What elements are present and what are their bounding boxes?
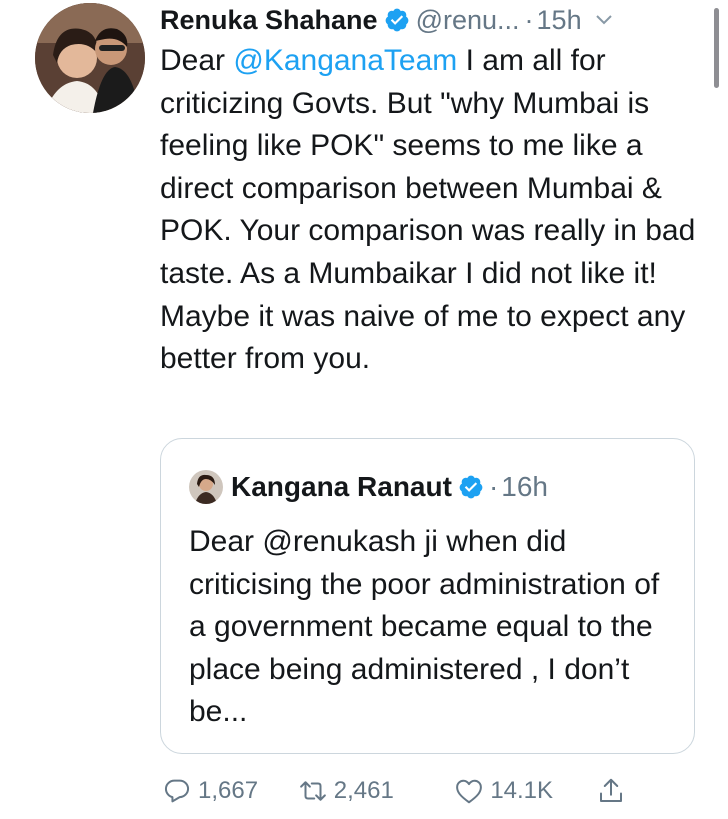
- quoted-tweet-header: Kangana Ranaut · 16h: [189, 467, 548, 507]
- retweet-count: 2,461: [333, 777, 394, 804]
- avatar-photo: [35, 3, 145, 113]
- tweet-action-bar: 1,667 2,461 14.1K: [162, 772, 632, 810]
- reply-icon: [164, 779, 190, 803]
- retweet-icon: [299, 781, 326, 801]
- chevron-down-icon[interactable]: [594, 13, 614, 27]
- author-handle[interactable]: @renu...: [416, 5, 520, 36]
- share-icon: [600, 778, 622, 802]
- quoted-avatar-photo: [189, 470, 223, 504]
- like-button[interactable]: 14.1K: [454, 776, 596, 806]
- like-count: 14.1K: [490, 777, 554, 804]
- quoted-tweet-text: Dear @renukash ji when did criticising t…: [189, 525, 660, 729]
- header-separator: ·: [524, 4, 534, 35]
- tweet-text-start: Dear: [160, 44, 234, 77]
- scrollbar[interactable]: [714, 8, 719, 88]
- share-button[interactable]: [596, 776, 632, 806]
- verified-badge-icon: [459, 475, 483, 499]
- retweet-button[interactable]: 2,461: [298, 776, 455, 806]
- quoted-separator: ·: [488, 471, 499, 502]
- tweet-text: Dear @KanganaTeam I am all for criticizi…: [160, 40, 708, 381]
- verified-badge-icon: [385, 8, 408, 32]
- quoted-author-name: Kangana Ranaut: [231, 471, 452, 502]
- tweet-header: Renuka Shahane @renu... · 15h: [160, 0, 705, 40]
- author-avatar[interactable]: [35, 3, 145, 113]
- quoted-timestamp: 16h: [501, 471, 548, 502]
- tweet-timestamp[interactable]: 15h: [537, 5, 582, 36]
- reply-count: 1,667: [198, 777, 259, 804]
- like-icon: [456, 779, 483, 804]
- tweet-text-rest: I am all for criticizing Govts. But "why…: [160, 44, 696, 376]
- author-display-name[interactable]: Renuka Shahane: [160, 5, 378, 36]
- mention-link[interactable]: @KanganaTeam: [233, 44, 457, 77]
- quoted-author-avatar: [189, 470, 223, 504]
- quoted-tweet-card[interactable]: Kangana Ranaut · 16h Dear @renukash ji w…: [160, 438, 695, 754]
- reply-button[interactable]: 1,667: [162, 776, 298, 806]
